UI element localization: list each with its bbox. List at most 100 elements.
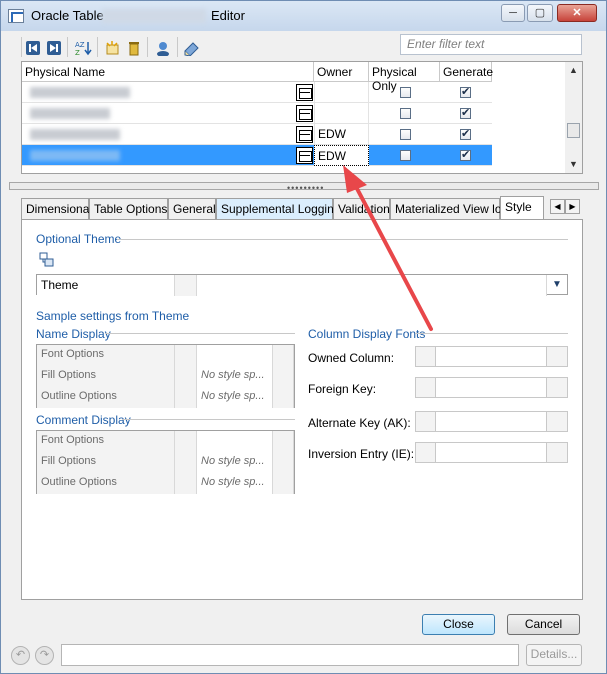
- theme-selector[interactable]: Theme ▼: [36, 274, 568, 296]
- row-edit-cell[interactable]: [273, 452, 294, 473]
- status-message-field: [61, 644, 519, 666]
- tab-style[interactable]: Style: [500, 196, 544, 220]
- row-value[interactable]: [197, 431, 273, 452]
- physical-only-checkbox[interactable]: [400, 129, 411, 140]
- edit-icon[interactable]: [182, 38, 202, 58]
- row-edit-cell[interactable]: [273, 366, 294, 387]
- scroll-thumb[interactable]: [567, 123, 580, 138]
- svg-text:AZ: AZ: [75, 41, 85, 49]
- table-row[interactable]: [22, 103, 492, 124]
- table-grid: Physical Name Owner Physical Only Genera…: [21, 61, 583, 174]
- owner-cell[interactable]: EDW: [314, 124, 369, 145]
- details-button[interactable]: Details...: [526, 644, 582, 666]
- column-header-physical-only[interactable]: Physical Only: [369, 62, 440, 93]
- sort-az-icon[interactable]: AZ Z: [73, 38, 93, 58]
- close-window-button[interactable]: ✕: [557, 4, 597, 22]
- row-edit-cell[interactable]: [273, 387, 294, 408]
- alternate-key-font-field[interactable]: [435, 411, 547, 432]
- owned-column-font-field[interactable]: [435, 346, 547, 367]
- delete-icon[interactable]: [124, 38, 144, 58]
- tab-supplemental-logging[interactable]: Supplemental Logging: [216, 198, 340, 219]
- minimize-button[interactable]: ─: [501, 4, 525, 22]
- title-bar[interactable]: Oracle Table Editor ─ ▢ ✕: [1, 1, 606, 31]
- tab-scroll-right-icon[interactable]: ▶: [565, 199, 580, 214]
- row-edit-cell[interactable]: [273, 431, 294, 452]
- table-type-icon[interactable]: [296, 147, 313, 164]
- generate-checkbox[interactable]: [460, 85, 471, 98]
- row-value[interactable]: [197, 345, 273, 366]
- next-record-icon[interactable]: [44, 38, 64, 58]
- user-icon[interactable]: [153, 38, 173, 58]
- generate-checkbox[interactable]: [460, 106, 471, 119]
- editor-window: Oracle Table Editor ─ ▢ ✕ AZ Z Enter filt…: [0, 0, 607, 674]
- redacted-title-part: [102, 9, 206, 23]
- scroll-up-icon[interactable]: ▲: [565, 62, 582, 79]
- foreign-key-font-field[interactable]: [435, 377, 547, 398]
- name-display-row[interactable]: Outline Options No style sp...: [37, 387, 294, 408]
- window-title-suffix: Editor: [211, 8, 245, 23]
- comment-display-row[interactable]: Font Options: [37, 431, 294, 452]
- table-vertical-scrollbar[interactable]: ▲ ▼: [565, 62, 582, 173]
- owned-column-font-button[interactable]: [546, 346, 568, 367]
- name-display-row[interactable]: Fill Options No style sp...: [37, 366, 294, 387]
- row-grip: [175, 366, 197, 387]
- row-value[interactable]: No style sp...: [197, 452, 273, 473]
- column-header-owner[interactable]: Owner: [314, 62, 369, 82]
- maximize-button[interactable]: ▢: [527, 4, 553, 22]
- svg-text:Z: Z: [75, 49, 80, 56]
- table-row[interactable]: [22, 82, 492, 103]
- theme-browse-icon[interactable]: [39, 252, 55, 268]
- physical-only-checkbox[interactable]: [400, 150, 411, 161]
- close-button[interactable]: Close: [422, 614, 495, 635]
- cancel-button[interactable]: Cancel: [507, 614, 580, 635]
- new-item-icon[interactable]: [102, 38, 122, 58]
- comment-display-row[interactable]: Fill Options No style sp...: [37, 452, 294, 473]
- inversion-entry-font-button[interactable]: [546, 442, 568, 463]
- table-type-icon[interactable]: [296, 105, 313, 122]
- filter-input[interactable]: Enter filter text: [400, 34, 582, 55]
- foreign-key-font-button[interactable]: [546, 377, 568, 398]
- alternate-key-font-button[interactable]: [546, 411, 568, 432]
- annotation-arrow: [343, 165, 433, 331]
- comment-display-row[interactable]: Outline Options No style sp...: [37, 473, 294, 494]
- tab-general[interactable]: General: [168, 198, 216, 219]
- row-label: Outline Options: [37, 473, 175, 494]
- scroll-down-icon[interactable]: ▼: [565, 156, 582, 173]
- undo-icon[interactable]: ↶: [11, 646, 30, 665]
- row-grip: [175, 431, 197, 452]
- first-record-icon[interactable]: [23, 38, 43, 58]
- font-side-cell: [415, 377, 436, 398]
- row-edit-cell[interactable]: [273, 473, 294, 494]
- tab-scroll-left-icon[interactable]: ◀: [550, 199, 565, 214]
- name-display-title: Name Display: [36, 327, 111, 341]
- row-value[interactable]: No style sp...: [197, 473, 273, 494]
- tab-table-options[interactable]: Table Options: [89, 198, 168, 219]
- table-type-icon[interactable]: [296, 84, 313, 101]
- name-display-row[interactable]: Font Options: [37, 345, 294, 366]
- toolbar-divider: [177, 37, 178, 57]
- column-header-physical-name[interactable]: Physical Name: [22, 62, 314, 82]
- inversion-entry-font-field[interactable]: [435, 442, 547, 463]
- section-divider: [122, 419, 295, 420]
- row-grip: [175, 473, 197, 494]
- row-value[interactable]: No style sp...: [197, 366, 273, 387]
- chevron-down-icon[interactable]: ▼: [547, 275, 567, 294]
- toolbar-divider: [97, 37, 98, 57]
- row-label: Font Options: [37, 431, 175, 452]
- table-type-icon[interactable]: [296, 126, 313, 143]
- table-row[interactable]: EDW: [22, 124, 492, 145]
- generate-checkbox[interactable]: [460, 148, 471, 161]
- physical-only-checkbox[interactable]: [400, 108, 411, 119]
- tab-dimensional[interactable]: Dimensional: [21, 198, 92, 219]
- owner-cell[interactable]: [314, 82, 369, 103]
- physical-only-checkbox[interactable]: [400, 87, 411, 98]
- font-side-cell: [415, 442, 436, 463]
- row-edit-cell[interactable]: [273, 345, 294, 366]
- generate-checkbox[interactable]: [460, 127, 471, 140]
- owner-cell[interactable]: [314, 103, 369, 124]
- column-header-generate[interactable]: Generate: [440, 62, 493, 82]
- row-value[interactable]: No style sp...: [197, 387, 273, 408]
- theme-label: Theme: [37, 275, 175, 296]
- section-divider: [105, 333, 295, 334]
- redo-icon[interactable]: ↷: [35, 646, 54, 665]
